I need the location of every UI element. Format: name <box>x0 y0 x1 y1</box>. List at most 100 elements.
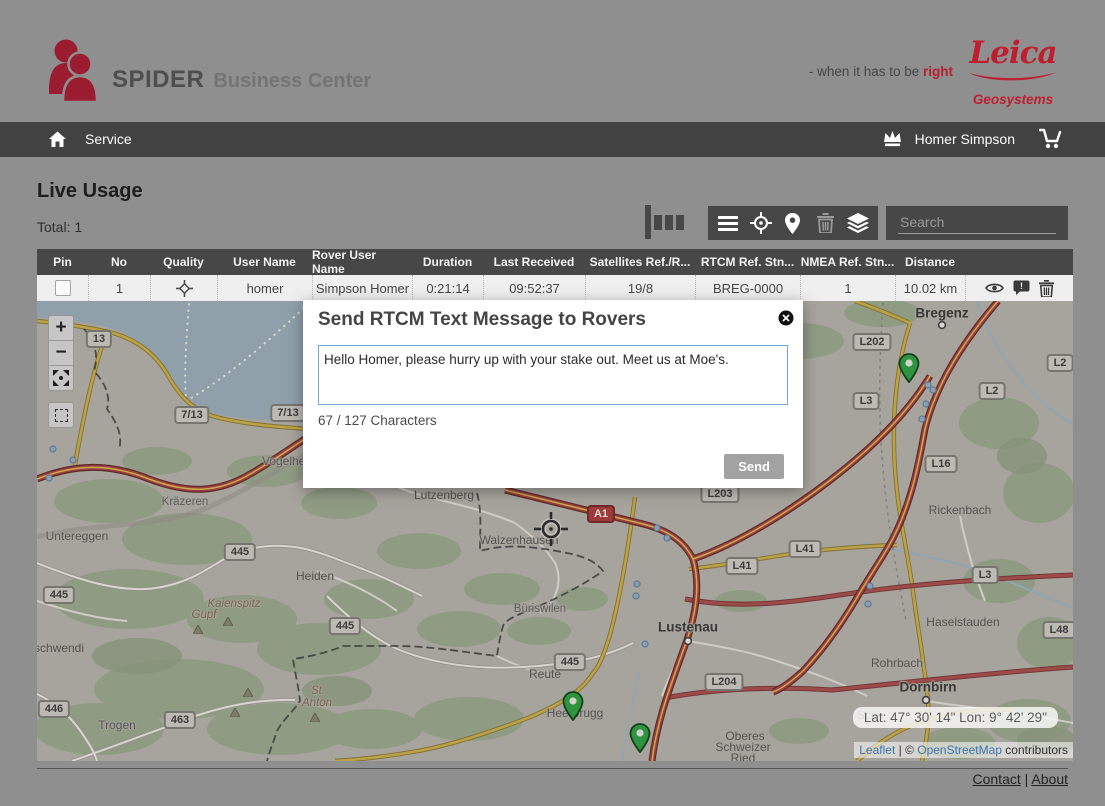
contact-link[interactable]: Contact <box>973 771 1021 787</box>
shopping-cart-icon[interactable] <box>1039 128 1063 155</box>
send-rtcm-message-dialog: Send RTCM Text Message to Rovers Hello H… <box>303 300 803 488</box>
road-number-badge: L48 <box>1043 621 1073 639</box>
fullscreen-button[interactable] <box>48 365 74 391</box>
road-number-badge: 445 <box>554 653 586 671</box>
motorway-junction-dot <box>641 635 649 653</box>
motorway-junction-dot <box>918 410 926 428</box>
map-toolbar <box>708 206 878 240</box>
col-distance[interactable]: Distance <box>895 249 965 275</box>
col-last-received[interactable]: Last Received <box>483 249 585 275</box>
attribution-divider: | © <box>895 743 917 757</box>
location-pin-icon[interactable] <box>781 211 805 235</box>
col-rtcm-ref-stn[interactable]: RTCM Ref. Stn... <box>695 249 800 275</box>
zoom-in-button[interactable]: + <box>48 315 74 341</box>
road-number-badge: L2 <box>1047 354 1073 372</box>
about-link[interactable]: About <box>1031 771 1068 787</box>
road-number-badge: L202 <box>852 333 891 351</box>
footer-divider <box>37 768 1068 769</box>
col-satellites[interactable]: Satellites Ref./R... <box>585 249 695 275</box>
tagline-text: - when it has to be <box>809 64 923 79</box>
spider-business-center-app: SPIDER Business Center - when it has to b… <box>0 0 1105 806</box>
brand-spider: SPIDER <box>112 66 204 93</box>
send-message-icon[interactable]: ! <box>1013 280 1030 296</box>
app-header: SPIDER Business Center - when it has to b… <box>0 0 1105 122</box>
send-button[interactable]: Send <box>724 454 784 479</box>
svg-text:!: ! <box>1020 281 1023 291</box>
town-dot <box>937 317 947 335</box>
peak-triangle-icon <box>193 621 203 639</box>
table-header-row: Pin No Quality User Name Rover User Name… <box>37 249 1073 275</box>
road-number-badge: A1 <box>587 505 615 523</box>
search-box <box>886 206 1068 240</box>
message-textarea[interactable]: Hello Homer, please hurry up with your s… <box>318 345 788 405</box>
rover-pin-marker[interactable] <box>562 691 584 726</box>
no-cell: 1 <box>88 275 150 301</box>
distance-cell: 10.02 km <box>895 275 965 301</box>
road-number-badge: L204 <box>704 673 743 691</box>
col-rover-user-name[interactable]: Rover User Name <box>312 249 412 275</box>
peak-triangle-icon <box>243 684 253 702</box>
col-actions <box>965 249 1073 275</box>
spider-people-logo-icon <box>44 38 104 107</box>
brand-business-center: Business Center <box>213 70 371 92</box>
col-duration[interactable]: Duration <box>412 249 483 275</box>
close-icon[interactable] <box>778 310 794 326</box>
duration-cell: 0:21:14 <box>412 275 483 301</box>
motorway-junction-dot <box>49 440 57 458</box>
rtcm-ref-stn-cell: BREG-0000 <box>695 275 800 301</box>
delete-trash-icon[interactable] <box>813 211 837 235</box>
box-select-button[interactable] <box>48 402 74 428</box>
pin-checkbox[interactable] <box>55 280 71 296</box>
road-number-badge: L16 <box>925 455 958 473</box>
leaflet-link[interactable]: Leaflet <box>859 743 895 757</box>
nav-item-service[interactable]: Service <box>85 131 132 147</box>
road-number-badge: 463 <box>164 711 196 729</box>
motorway-junction-dot <box>653 519 661 537</box>
rover-pin-marker[interactable] <box>629 723 651 758</box>
col-no[interactable]: No <box>88 249 150 275</box>
box-select-icon <box>55 409 68 422</box>
col-nmea-ref-stn[interactable]: NMEA Ref. Stn... <box>800 249 895 275</box>
road-number-badge: L41 <box>726 557 759 575</box>
road-number-badge: L41 <box>789 540 822 558</box>
actions-cell: ! <box>965 275 1073 301</box>
layers-icon[interactable] <box>846 211 870 235</box>
road-number-badge: L2 <box>979 382 1006 400</box>
road-number-badge: 445 <box>224 543 256 561</box>
map-attribution: Leaflet | © OpenStreetMap contributors <box>854 742 1073 758</box>
quality-fixed-icon <box>176 280 193 297</box>
town-dot <box>683 633 693 651</box>
usage-histogram-icon[interactable] <box>645 203 684 241</box>
table-row: 1 homer Simpson Homer 0:21:14 09:52:37 1… <box>37 275 1073 301</box>
col-pin[interactable]: Pin <box>37 249 88 275</box>
center-target-icon[interactable] <box>749 211 773 235</box>
menu-icon[interactable] <box>716 211 740 235</box>
footer-separator: | <box>1021 771 1032 787</box>
peak-triangle-icon <box>310 709 320 727</box>
road-number-badge: 445 <box>329 617 361 635</box>
logged-in-user[interactable]: Homer Simpson <box>915 131 1015 147</box>
openstreetmap-link[interactable]: OpenStreetMap <box>917 743 1002 757</box>
motorway-junction-dot <box>45 469 53 487</box>
quality-cell <box>150 275 217 301</box>
page-title: Live Usage <box>37 180 143 203</box>
satellites-cell: 19/8 <box>585 275 695 301</box>
search-input[interactable] <box>898 209 1060 235</box>
col-user-name[interactable]: User Name <box>217 249 312 275</box>
main-nav-bar: Service Homer Simpson <box>0 122 1105 157</box>
leica-tagline: - when it has to be right <box>809 64 953 79</box>
map-zoom-controls: + − <box>48 315 74 428</box>
home-icon[interactable] <box>48 130 67 153</box>
zoom-out-button[interactable]: − <box>48 340 74 366</box>
peak-triangle-icon <box>223 613 233 631</box>
rover-pin-marker[interactable] <box>898 353 920 388</box>
view-eye-icon[interactable] <box>985 282 1004 294</box>
leica-geosystems-label: Geosystems <box>963 92 1063 107</box>
reference-station-marker[interactable] <box>534 512 568 551</box>
road-number-badge: 446 <box>38 700 70 718</box>
col-quality[interactable]: Quality <box>150 249 217 275</box>
motorway-junction-dot <box>929 381 937 399</box>
road-number-badge: 7/13 <box>174 406 209 424</box>
user-name-cell: homer <box>217 275 312 301</box>
delete-row-trash-icon[interactable] <box>1039 280 1054 297</box>
